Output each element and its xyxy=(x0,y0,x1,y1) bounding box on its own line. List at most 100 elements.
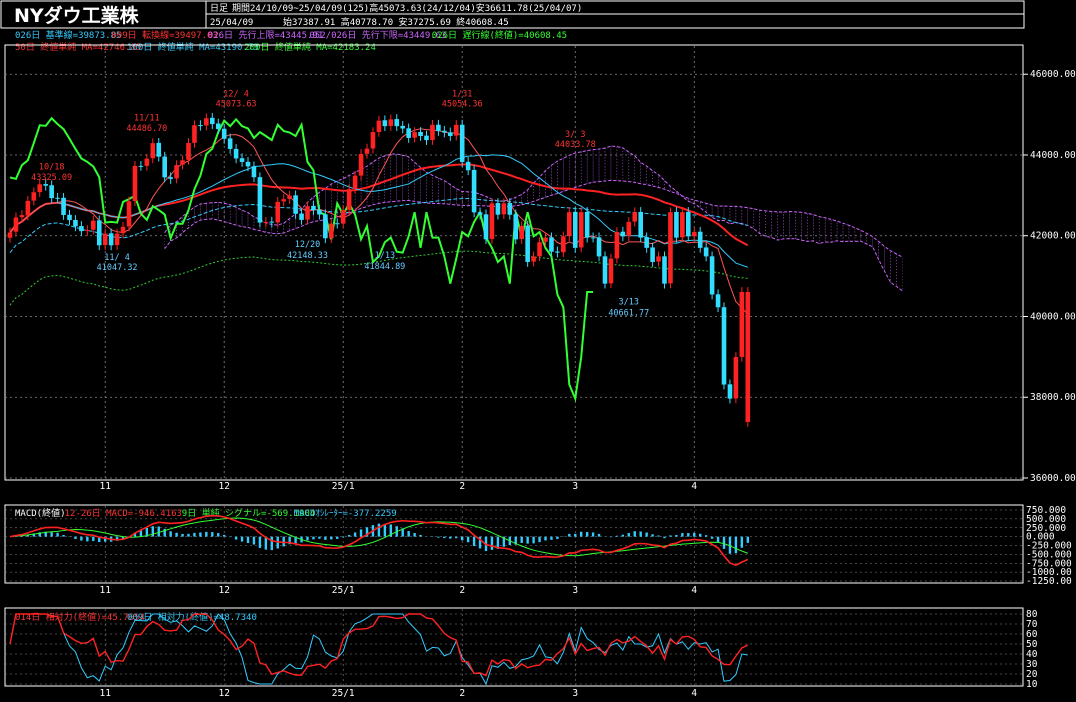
candle-body xyxy=(471,169,477,213)
legend-entry: 026日 基準線=39873.85 xyxy=(15,29,121,41)
candle-body xyxy=(263,221,269,223)
candle-body xyxy=(49,185,54,199)
candle-body xyxy=(400,125,405,129)
legend-entry: 200日 終値単純 MA=42183.24 xyxy=(244,41,376,53)
x-tick-label: 3 xyxy=(572,585,578,596)
candle-body xyxy=(697,231,703,248)
rsi-axis: 8070605040302010 xyxy=(1026,609,1038,690)
candle-body xyxy=(388,119,394,126)
candle-body xyxy=(257,177,263,223)
candle-body xyxy=(73,219,78,227)
candle-body xyxy=(323,214,328,239)
price-tick-label: 42000.00 xyxy=(1030,231,1076,242)
candle-body xyxy=(584,211,590,238)
x-tick-label: 2 xyxy=(459,585,465,596)
candle-body xyxy=(317,209,322,215)
candle-body xyxy=(114,233,120,246)
candle-body xyxy=(459,124,465,162)
moving-average-legend: 50日 終値単純 MA=42746.85100日 終値単純 MA=43190.7… xyxy=(15,41,376,53)
candle-body xyxy=(489,203,495,239)
price-annotation: 42148.33 xyxy=(287,251,328,261)
candle-body xyxy=(340,210,346,224)
price-annotation: 11/ 4 xyxy=(104,253,130,263)
price-annotation: 44033.78 xyxy=(555,140,596,150)
legend-entry: 026日 遅行線(終値)=40608.45 xyxy=(432,29,567,41)
candle-body xyxy=(567,212,572,237)
candle-body xyxy=(358,153,364,176)
candle-body xyxy=(680,212,685,238)
price-tick-label: 44000.00 xyxy=(1030,150,1076,161)
candle-body xyxy=(251,166,257,178)
macd-tick-label: -1250.00 xyxy=(1026,576,1072,587)
x-tick-label: 25/1 xyxy=(332,585,355,596)
candle-body xyxy=(638,211,643,238)
candle-body xyxy=(55,197,60,199)
x-tick-label: 2 xyxy=(459,481,465,492)
candle-body xyxy=(210,117,215,125)
legend-entry: MACD(終値) xyxy=(15,507,66,519)
x-tick-label: 4 xyxy=(691,688,697,699)
candle-body xyxy=(364,148,370,154)
candle-body xyxy=(394,119,400,127)
candle-body xyxy=(43,184,48,186)
candle-body xyxy=(370,132,376,149)
candle-body xyxy=(334,223,340,225)
legend-entry: 052/026日 先行下限=43449.63 xyxy=(309,29,446,41)
candle-body xyxy=(465,161,471,171)
candle-body xyxy=(138,165,144,167)
x-tick-label: 3 xyxy=(572,481,578,492)
rsi-tick-label: 10 xyxy=(1026,679,1038,690)
candle-body xyxy=(120,226,126,234)
price-annotation: 1/31 xyxy=(452,89,472,99)
rsi-legend: 014日 相対力(終値)=45.7654009日 相対力(終値)=48.7340 xyxy=(15,611,257,623)
stock-chart: NYダウ工業株 日足 期間24/10/09~25/04/09(125)高4507… xyxy=(0,0,1076,702)
candle-body xyxy=(549,237,554,252)
price-annotation: 40661.77 xyxy=(608,309,649,319)
candle-body xyxy=(204,118,209,126)
candle-body xyxy=(198,125,203,127)
candle-body xyxy=(644,237,649,248)
price-annotation: 41047.32 xyxy=(97,263,138,273)
candle-body xyxy=(602,256,608,284)
price-tick-label: 46000.00 xyxy=(1030,69,1076,80)
candle-body xyxy=(287,195,292,199)
price-annotation: 12/ 4 xyxy=(223,89,249,99)
price-annotation: 43325.09 xyxy=(31,173,72,183)
candle-body xyxy=(537,242,542,257)
candle-body xyxy=(215,123,221,130)
price-tick-label: 38000.00 xyxy=(1030,392,1076,403)
candle-body xyxy=(376,120,382,132)
x-tick-label: 12 xyxy=(218,688,229,699)
candle-body xyxy=(346,189,352,210)
candle-body xyxy=(733,356,739,399)
candle-body xyxy=(561,236,566,253)
legend-entry: MACDｵｼﾚｰﾀｰ=-377.2259 xyxy=(294,508,397,519)
candle-body xyxy=(186,143,191,160)
x-tick-label: 11 xyxy=(99,481,111,492)
candle-body xyxy=(156,142,162,157)
candle-body xyxy=(233,148,239,159)
candle-body xyxy=(25,200,31,216)
price-annotation: 3/ 3 xyxy=(565,130,585,140)
candle-body xyxy=(352,175,358,189)
candle-body xyxy=(329,223,334,239)
candle-body xyxy=(96,220,102,246)
candle-body xyxy=(721,307,727,385)
x-tick-label: 25/1 xyxy=(332,481,355,492)
candle-body xyxy=(85,230,90,232)
candle-body xyxy=(7,232,13,238)
candle-body xyxy=(430,124,435,141)
candle-body xyxy=(13,217,19,232)
candle-body xyxy=(620,231,626,237)
candle-body xyxy=(418,131,423,137)
candle-body xyxy=(144,158,150,166)
candle-body xyxy=(448,132,453,137)
legend-entry: 014日 相対力(終値)=45.7654 xyxy=(15,611,145,623)
macd-legend: MACD(終値) 12-26日 MACD=-946.4163 9日 単純 シグナル=… xyxy=(15,507,397,519)
price-annotation: 1/13 xyxy=(375,251,395,261)
candle-body xyxy=(614,232,620,259)
candle-body xyxy=(442,130,447,133)
ichimoku-legend: 026日 基準線=39873.85009日 転換線=39497.03026日 先… xyxy=(15,29,567,41)
candle-body xyxy=(578,212,584,248)
candle-body xyxy=(126,201,132,227)
